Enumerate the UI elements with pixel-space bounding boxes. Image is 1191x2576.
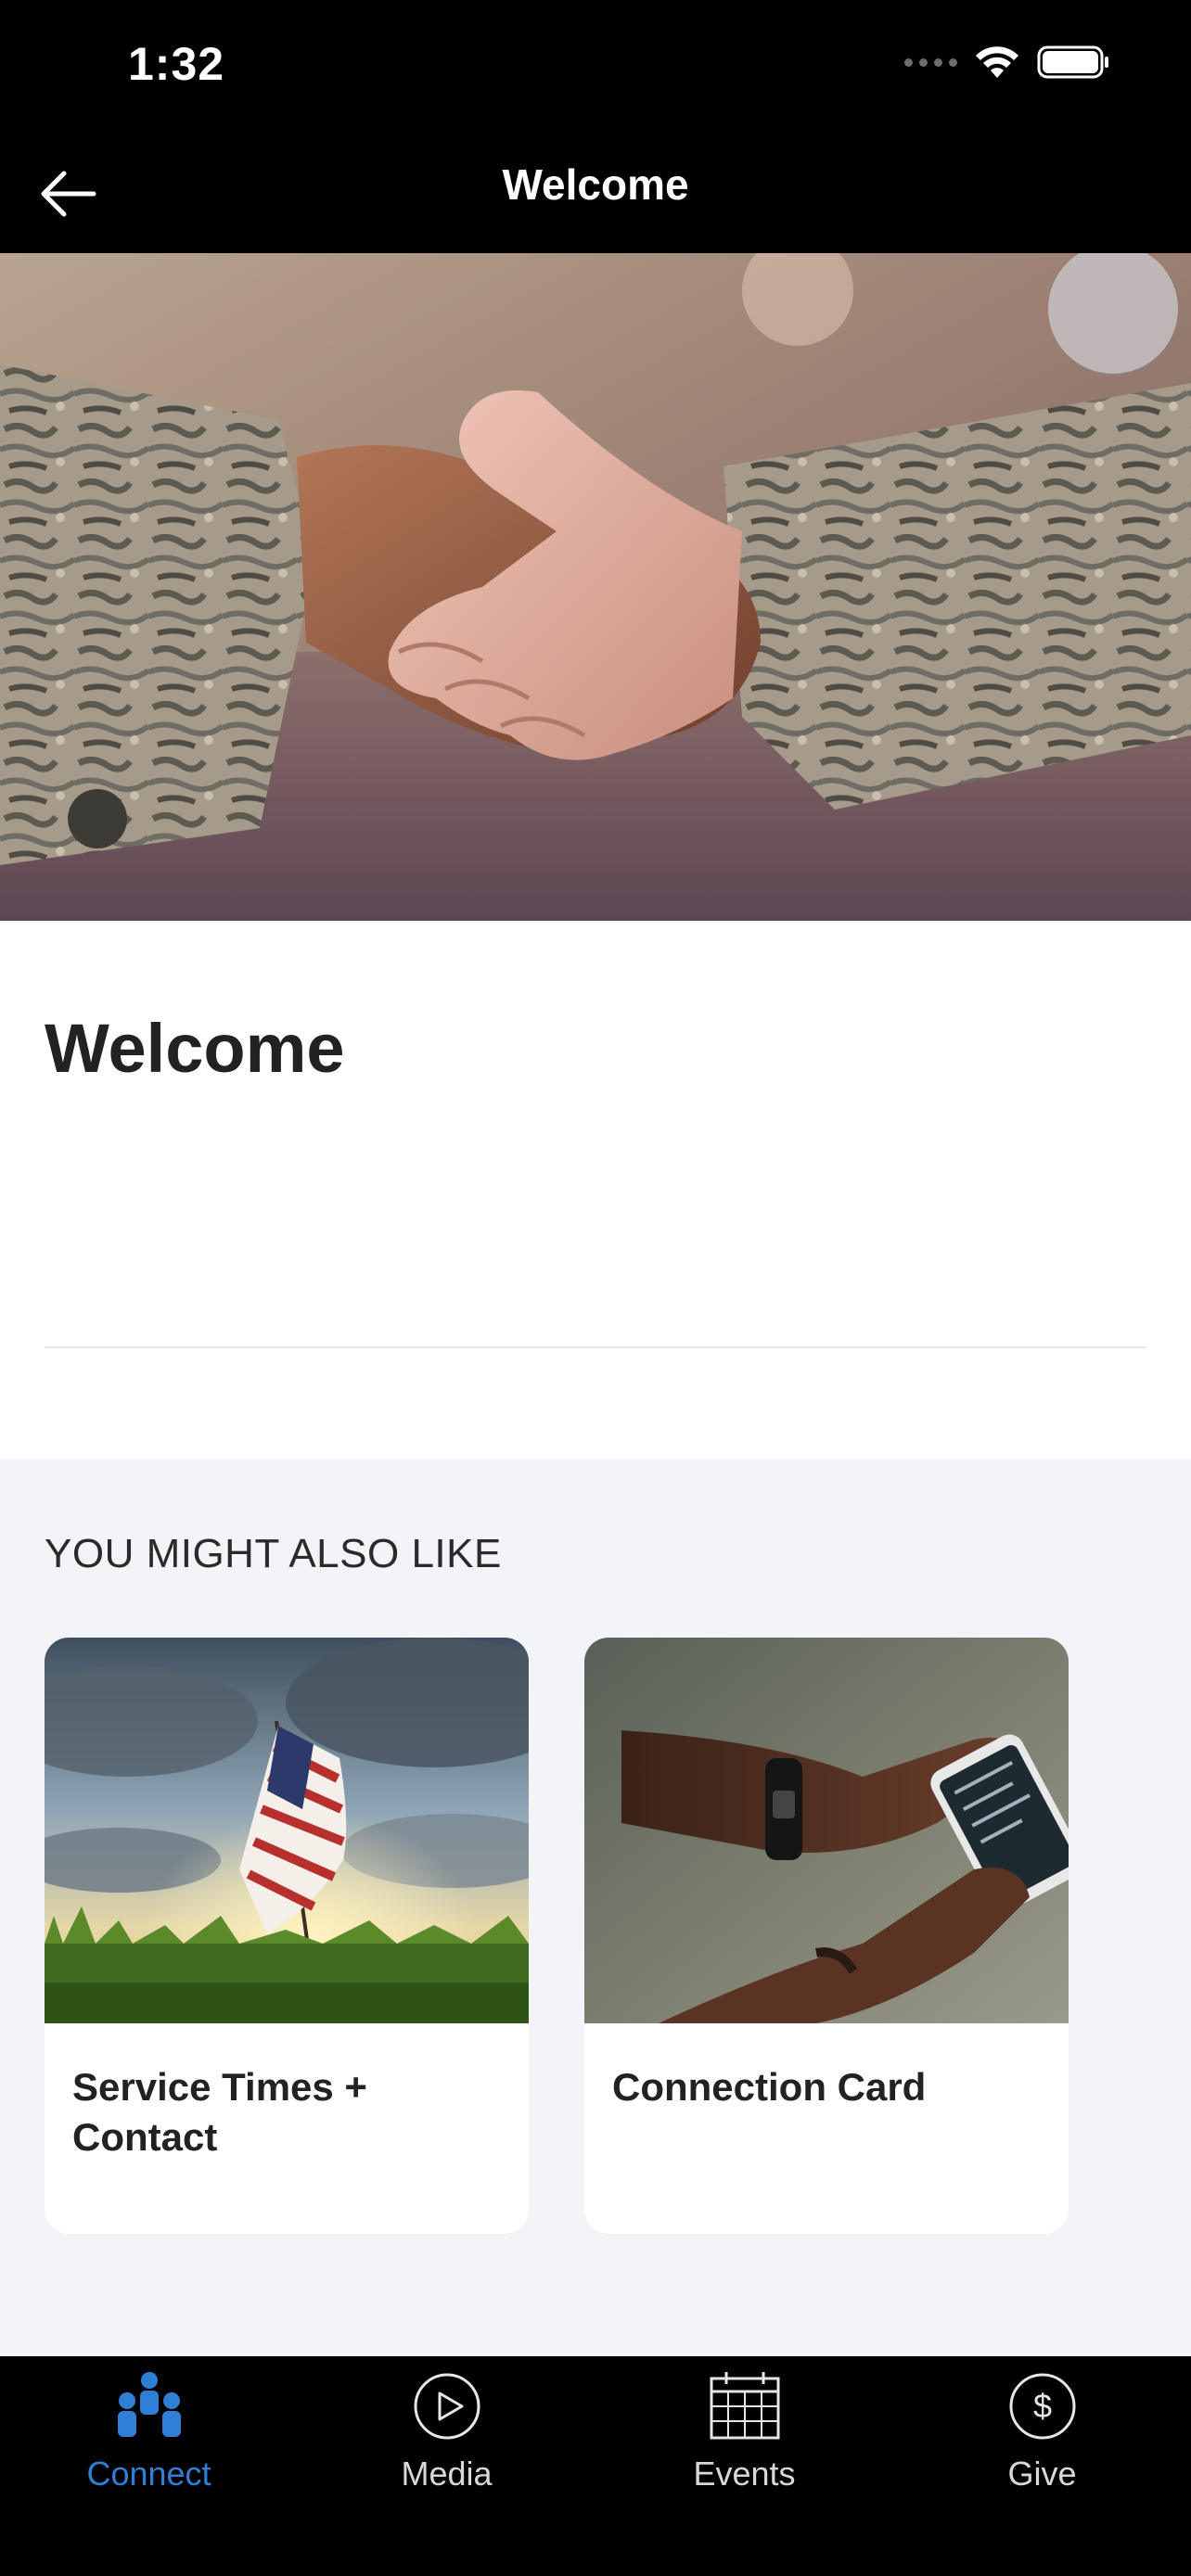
dollar-icon: $ [1004,2367,1082,2445]
tab-label: Events [693,2455,796,2493]
status-bar: 1:32 [0,0,1191,139]
hands-phone-image [584,1638,1069,2023]
content-section: Welcome [0,921,1191,1459]
card-connection-card[interactable]: Connection Card [584,1638,1069,2234]
people-icon [110,2367,188,2445]
content-title: Welcome [45,1010,345,1087]
card-service-times[interactable]: Service Times + Contact [45,1638,529,2234]
card-label: Service Times + Contact [72,2065,367,2159]
tab-label: Connect [86,2455,211,2493]
tab-events[interactable]: Events [596,2356,893,2495]
tab-bar: Connect Media Events $ Give [0,2356,1191,2576]
play-icon [408,2367,486,2445]
battery-icon [1037,45,1108,79]
tab-connect[interactable]: Connect [0,2356,298,2495]
nav-title: Welcome [502,160,689,209]
calendar-icon [706,2367,784,2445]
related-section: YOU MIGHT ALSO LIKE Service Times + Cont… [0,1459,1191,2356]
tab-give[interactable]: $ Give [893,2356,1191,2495]
hero-image [0,253,1191,921]
navigation-bar: Welcome [0,139,1191,253]
related-heading: YOU MIGHT ALSO LIKE [45,1531,502,1576]
tab-label: Give [1007,2455,1077,2493]
status-time: 1:32 [128,38,225,90]
american-flag-image [45,1638,529,2023]
card-label: Connection Card [612,2065,927,2109]
tab-label: Media [401,2455,493,2493]
divider [45,1346,1146,1348]
tab-media[interactable]: Media [298,2356,596,2495]
svg-text:$: $ [1032,2387,1051,2425]
wifi-icon [976,46,1018,78]
cellular-signal-icon [904,57,957,67]
status-icons [904,45,1111,80]
